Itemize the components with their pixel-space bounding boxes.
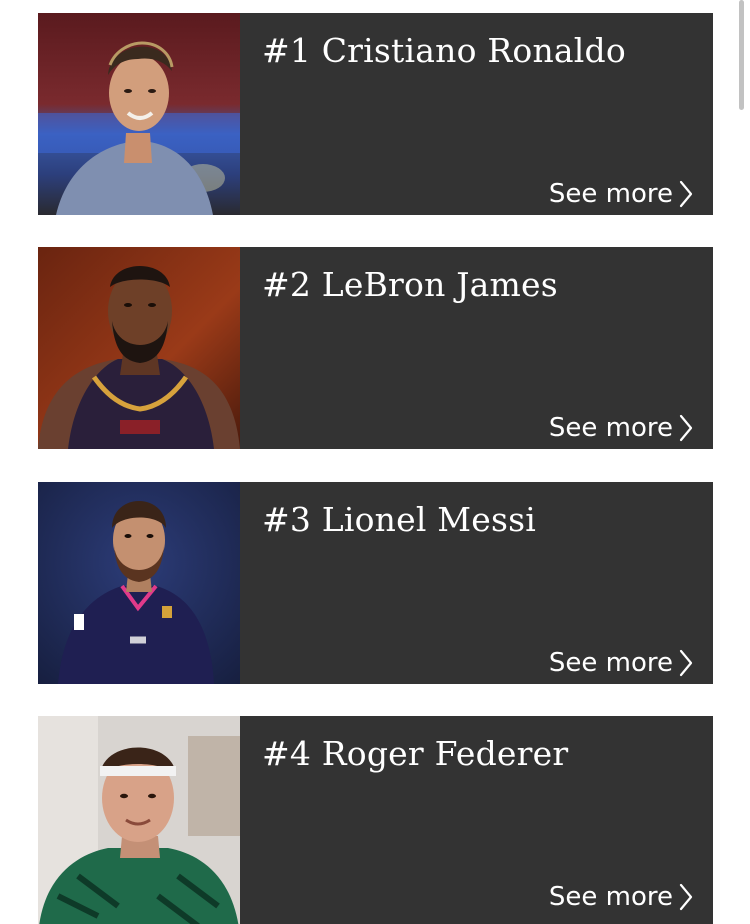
athlete-photo-lebron xyxy=(38,247,240,449)
athlete-photo-messi xyxy=(38,482,240,684)
chevron-right-icon xyxy=(679,414,693,442)
athlete-photo[interactable] xyxy=(38,716,240,924)
athlete-card-ronaldo[interactable]: #1 Cristiano Ronaldo See more xyxy=(38,13,713,215)
athlete-photo[interactable] xyxy=(38,482,240,684)
see-more-link[interactable]: See more xyxy=(549,179,693,209)
see-more-link[interactable]: See more xyxy=(549,648,693,678)
athlete-card-lebron[interactable]: #2 LeBron James See more xyxy=(38,247,713,449)
athlete-info: #3 Lionel Messi See more xyxy=(240,482,713,684)
athlete-info: #1 Cristiano Ronaldo See more xyxy=(240,13,713,215)
chevron-right-icon xyxy=(679,883,693,911)
see-more-label: See more xyxy=(548,179,673,209)
athlete-title: #2 LeBron James xyxy=(262,265,558,304)
athlete-title: #4 Roger Federer xyxy=(262,734,569,773)
athlete-photo[interactable] xyxy=(38,247,240,449)
athlete-info: #4 Roger Federer See more xyxy=(240,716,713,924)
scrollbar-thumb[interactable] xyxy=(739,0,744,110)
see-more-label: See more xyxy=(548,648,673,678)
chevron-right-icon xyxy=(679,180,693,208)
see-more-label: See more xyxy=(548,882,673,912)
athlete-title: #1 Cristiano Ronaldo xyxy=(262,31,626,70)
see-more-link[interactable]: See more xyxy=(549,882,693,912)
see-more-link[interactable]: See more xyxy=(549,413,693,443)
athlete-info: #2 LeBron James See more xyxy=(240,247,713,449)
ranking-list: #1 Cristiano Ronaldo See more #2 LeBron … xyxy=(0,0,750,924)
see-more-label: See more xyxy=(548,413,673,443)
athlete-photo-federer xyxy=(38,716,240,924)
athlete-title: #3 Lionel Messi xyxy=(262,500,537,539)
chevron-right-icon xyxy=(679,649,693,677)
athlete-photo[interactable] xyxy=(38,13,240,215)
athlete-card-federer[interactable]: #4 Roger Federer See more xyxy=(38,716,713,924)
athlete-card-messi[interactable]: #3 Lionel Messi See more xyxy=(38,482,713,684)
athlete-photo-ronaldo xyxy=(38,13,240,215)
